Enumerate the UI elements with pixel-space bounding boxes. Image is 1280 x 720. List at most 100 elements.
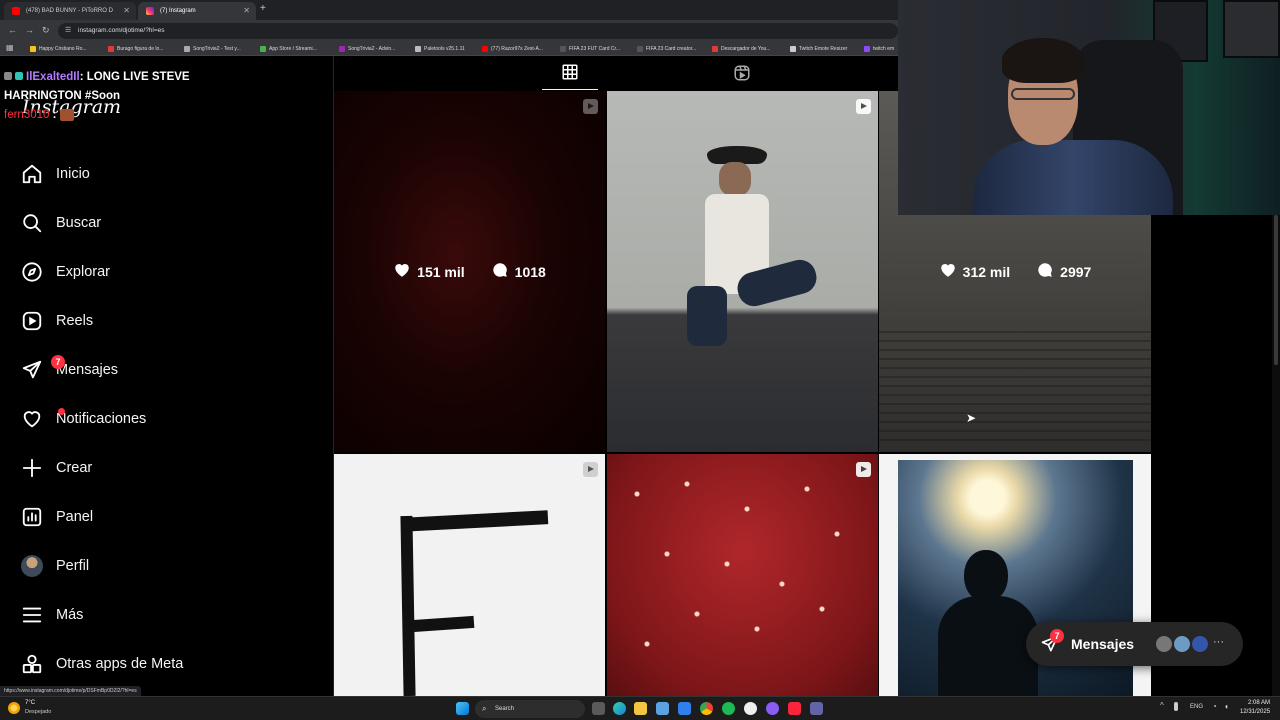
chat-badges (4, 68, 26, 87)
forward-icon[interactable]: → (25, 25, 34, 35)
sidebar-item-otras-apps[interactable]: Otras apps de Meta (20, 649, 320, 679)
bookmark-item[interactable]: Descargador de You... (712, 44, 770, 54)
plus-icon (20, 456, 44, 480)
music-icon[interactable] (788, 702, 801, 715)
page-scrollbar[interactable] (1272, 215, 1280, 696)
weather-icon (8, 702, 20, 714)
reload-icon[interactable]: ↻ (42, 25, 50, 36)
mail-icon[interactable] (678, 702, 691, 715)
language-indicator[interactable]: ENG (1190, 704, 1203, 710)
bookmark-item[interactable]: SongTrivia2 - Test y... (184, 44, 241, 54)
weather-temp: 7°C (25, 700, 36, 706)
post-tile[interactable]: 151 mil 1018 (334, 91, 605, 452)
post-image-cowboy (667, 146, 821, 346)
task-view-icon[interactable] (592, 702, 605, 715)
heart-filled-icon (393, 261, 411, 282)
tab-posts[interactable] (542, 60, 598, 90)
apps-icon[interactable]: ▦ (6, 43, 14, 52)
sidebar-item-mensajes[interactable]: 7 Mensajes (20, 355, 320, 385)
sidebar-item-label: Mensajes (56, 362, 119, 378)
sidebar-item-inicio[interactable]: Inicio (20, 159, 320, 189)
bookmark-item[interactable]: Happy Cristiano Ro... (30, 44, 87, 54)
search-icon (20, 211, 44, 235)
search-icon: ⌕ (482, 704, 487, 713)
post-image-letter-f (400, 515, 416, 696)
github-icon[interactable] (744, 702, 757, 715)
search-label: Search (495, 706, 515, 712)
messages-floating-button[interactable]: 7 Mensajes ··· (1026, 622, 1243, 666)
link-status-bar: https://www.instagram.com/djotime/p/DSFm… (0, 686, 141, 696)
webcam-person-hair (1002, 38, 1084, 83)
sidebar-item-crear[interactable]: Crear (20, 453, 320, 483)
comments-count: 2997 (1060, 263, 1092, 280)
likes-count: 151 mil (417, 263, 465, 280)
scrollbar-thumb[interactable] (1274, 215, 1278, 365)
more-options-icon[interactable]: ··· (1213, 636, 1224, 648)
back-icon[interactable]: ← (8, 25, 17, 35)
file-explorer-icon[interactable] (634, 702, 647, 715)
reels-icon (20, 309, 44, 333)
meta-apps-icon (20, 652, 44, 676)
mouse-cursor-icon: ➤ (966, 411, 977, 425)
url-input[interactable]: ☰ instagram.com/djotime/?hl=es (58, 23, 898, 39)
post-tile[interactable] (334, 454, 605, 696)
subscriber-badge-icon (4, 72, 12, 80)
bookmark-favicon (415, 46, 421, 52)
clock-time[interactable]: 2:08 AM (1248, 700, 1270, 706)
tray-chevron-icon[interactable]: ^ (1160, 701, 1164, 710)
browser-tab-youtube[interactable]: (478) BAD BUNNY - PiToRRO D ✕ (4, 2, 136, 20)
bookmark-item[interactable]: twitch em (864, 44, 894, 54)
unread-badge: 7 (1050, 629, 1064, 643)
taskbar-search[interactable]: ⌕ Search (475, 700, 585, 718)
instagram-icon (146, 7, 154, 15)
site-info-icon[interactable]: ☰ (65, 23, 71, 39)
sidebar-item-notificaciones[interactable]: Notificaciones (20, 404, 320, 434)
streamer-webcam (898, 0, 1280, 215)
new-tab-button[interactable]: + (260, 3, 266, 14)
photos-icon[interactable] (656, 702, 669, 715)
comment-filled-icon (491, 261, 509, 282)
avatar (1172, 634, 1192, 654)
teams-icon[interactable] (810, 702, 823, 715)
close-tab-icon[interactable]: ✕ (123, 2, 130, 20)
sidebar-item-explorar[interactable]: Explorar (20, 257, 320, 287)
chrome-icon[interactable] (700, 702, 713, 715)
bookmark-item[interactable]: SongTrivia2 - Advin... (339, 44, 395, 54)
wifi-icon[interactable]: ◔ (1212, 702, 1217, 711)
volume-icon[interactable]: ◖ (1224, 702, 1229, 711)
clock-date[interactable]: 12/31/2025 (1240, 709, 1270, 715)
sidebar-item-mas[interactable]: Más (20, 600, 320, 630)
start-icon[interactable] (456, 702, 469, 715)
emote-icon (59, 108, 74, 121)
avatar (1154, 634, 1174, 654)
chat-message: IlExaltedIl: LONG LIVE STEVE (4, 68, 234, 87)
post-tile[interactable] (607, 454, 878, 696)
bookmark-item[interactable]: (77) Razor97s Zest-A... (482, 44, 543, 54)
edge-icon[interactable] (613, 702, 626, 715)
likes-stat: 151 mil (393, 261, 465, 282)
post-tile[interactable] (607, 91, 878, 452)
bookmark-item[interactable]: Twitch Emote Resizer (790, 44, 847, 54)
bookmark-item[interactable]: FIFA 23 FUT Card Cr... (560, 44, 620, 54)
browser-tab-instagram[interactable]: (7) Instagram ✕ (138, 2, 256, 20)
bookmark-item[interactable]: Burago figura de lo... (108, 44, 163, 54)
tab-reels[interactable] (714, 60, 770, 90)
compass-icon (20, 260, 44, 284)
sidebar-item-perfil[interactable]: Perfil (20, 551, 320, 581)
bookmark-item[interactable]: FIFA 23 Card creator... (637, 44, 696, 54)
close-tab-icon[interactable]: ✕ (243, 2, 250, 20)
obs-icon[interactable] (766, 702, 779, 715)
microphone-icon[interactable] (1174, 702, 1178, 711)
bookmark-favicon (864, 46, 870, 52)
bookmark-favicon (712, 46, 718, 52)
spotify-icon[interactable] (722, 702, 735, 715)
home-icon (20, 162, 44, 186)
bookmark-item[interactable]: Paletools v25.1.11 (415, 44, 465, 54)
sidebar-item-label: Buscar (56, 215, 102, 231)
sidebar-item-label: Otras apps de Meta (56, 656, 184, 672)
sidebar-item-buscar[interactable]: Buscar (20, 208, 320, 238)
bookmark-item[interactable]: App Store / Streami... (260, 44, 317, 54)
comments-stat: 2997 (1036, 261, 1091, 282)
sidebar-item-reels[interactable]: Reels (20, 306, 320, 336)
sidebar-item-panel[interactable]: Panel (20, 502, 320, 532)
